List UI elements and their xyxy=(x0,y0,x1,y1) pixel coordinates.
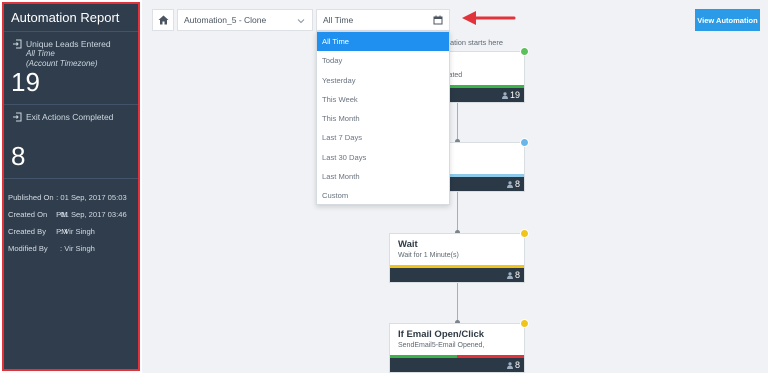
red-arrow-annotation xyxy=(462,11,516,25)
unique-leads-period: All Time xyxy=(26,49,55,58)
option-last-7-days[interactable]: Last 7 Days xyxy=(317,128,449,147)
node-count: 8 xyxy=(514,270,520,280)
option-this-month[interactable]: This Month xyxy=(317,109,449,128)
meta-created: Created On : 01 Sep, 2017 03:46 PM xyxy=(8,210,127,236)
node-count: 8 xyxy=(514,179,520,189)
option-today[interactable]: Today xyxy=(317,51,449,70)
person-icon xyxy=(501,92,508,99)
enter-icon xyxy=(13,39,22,49)
flow-node-condition[interactable]: If Email Open/Click SendEmail5-Email Ope… xyxy=(389,319,529,373)
time-range-value: All Time xyxy=(323,15,354,25)
automation-select[interactable]: Automation_5 - Clone xyxy=(177,9,313,31)
node-subtitle: Wait for 1 Minute(s) xyxy=(398,252,459,259)
exit-actions-count: 8 xyxy=(11,141,26,171)
node-title: Wait xyxy=(398,239,418,250)
option-this-week[interactable]: This Week xyxy=(317,90,449,109)
status-dot xyxy=(520,138,529,147)
start-label: ation starts here xyxy=(450,38,503,47)
node-footer: 8 xyxy=(390,358,524,372)
node-subtitle: SendEmail5-Email Opened, xyxy=(398,342,485,349)
panel-title: Automation Report xyxy=(4,4,138,32)
option-custom[interactable]: Custom xyxy=(317,186,449,205)
option-yesterday[interactable]: Yesterday xyxy=(317,71,449,90)
time-range-select[interactable]: All Time xyxy=(316,9,450,31)
time-range-dropdown: All Time Today Yesterday This Week This … xyxy=(316,31,450,205)
status-dot xyxy=(520,47,529,56)
meta-published: Published On : 01 Sep, 2017 05:03 PM xyxy=(8,193,127,219)
chevron-down-icon xyxy=(297,19,305,24)
app-window: Automation Report Unique Leads Entered A… xyxy=(0,0,768,373)
node-title: If Email Open/Click xyxy=(398,329,485,340)
exit-actions-label: Exit Actions Completed xyxy=(26,112,114,122)
connector xyxy=(455,283,460,325)
unique-leads-section: Unique Leads Entered All Time (Account T… xyxy=(4,32,138,105)
view-automation-button[interactable]: View Automation xyxy=(695,9,760,31)
exit-icon xyxy=(13,112,22,122)
status-dot xyxy=(520,229,529,238)
automation-report-panel: Automation Report Unique Leads Entered A… xyxy=(2,2,140,371)
meta-modified-by: Modified By : Vir Singh xyxy=(8,244,95,253)
unique-leads-count: 19 xyxy=(11,67,40,97)
person-icon xyxy=(506,272,513,279)
option-last-month[interactable]: Last Month xyxy=(317,167,449,186)
meta-created-by: Created By : Vir Singh xyxy=(8,227,95,236)
node-footer: 8 xyxy=(390,268,524,282)
flow-canvas: Automation_5 - Clone All Time View Autom… xyxy=(142,0,768,373)
person-icon xyxy=(506,181,513,188)
option-last-30-days[interactable]: Last 30 Days xyxy=(317,148,449,167)
home-icon xyxy=(158,15,168,25)
flow-node-wait[interactable]: Wait Wait for 1 Minute(s) 8 xyxy=(389,229,529,283)
status-dot xyxy=(520,319,529,328)
person-icon xyxy=(506,362,513,369)
node-count: 8 xyxy=(514,360,520,370)
calendar-icon xyxy=(433,15,443,25)
option-all-time[interactable]: All Time xyxy=(317,32,449,52)
home-button[interactable] xyxy=(152,9,174,31)
unique-leads-label: Unique Leads Entered xyxy=(26,39,111,49)
connector xyxy=(455,192,460,235)
node-count: 19 xyxy=(509,90,520,100)
exit-actions-section: Exit Actions Completed 8 xyxy=(4,105,138,179)
connector xyxy=(455,103,460,144)
automation-meta: Published On : 01 Sep, 2017 05:03 PM Cre… xyxy=(4,179,138,267)
automation-select-value: Automation_5 - Clone xyxy=(184,15,267,25)
